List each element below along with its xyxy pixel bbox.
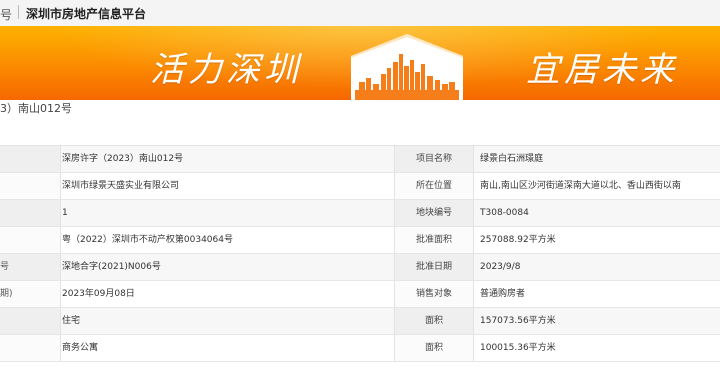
breadcrumb: 号 bbox=[0, 8, 13, 22]
right-value: 绿景白石洲璟庭 bbox=[480, 154, 544, 164]
left-label bbox=[0, 173, 61, 199]
left-value: 住宅 bbox=[62, 316, 81, 326]
top-bar: 号 深圳市房地产信息平台 bbox=[0, 0, 720, 27]
table-row: 住宅 面积 157073.56平方米 bbox=[0, 308, 720, 335]
project-info-table: 深房许字（2023）南山012号 项目名称 绿景白石洲璟庭深圳市绿景天盛实业有限公司… bbox=[0, 145, 720, 362]
right-label: 地块编号 bbox=[394, 200, 474, 226]
left-label bbox=[0, 308, 61, 334]
city-skyline-icon bbox=[351, 34, 463, 100]
left-label: 号 bbox=[0, 254, 61, 280]
certificate-number-line: 3）南山012号 bbox=[0, 102, 72, 115]
table-row: 深房许字（2023）南山012号 项目名称 绿景白石洲璟庭 bbox=[0, 146, 720, 173]
right-value: T308-0084 bbox=[480, 208, 529, 218]
banner: 活力深圳 宜居未来 bbox=[0, 26, 720, 100]
right-label: 销售对象 bbox=[394, 281, 474, 307]
table-row: 1 地块编号 T308-0084 bbox=[0, 200, 720, 227]
right-value: 2023/9/8 bbox=[480, 262, 521, 272]
right-label: 所在位置 bbox=[394, 173, 474, 199]
right-value: 100015.36平方米 bbox=[480, 343, 556, 353]
right-label: 批准日期 bbox=[394, 254, 474, 280]
left-label bbox=[0, 335, 61, 361]
right-label: 项目名称 bbox=[394, 146, 474, 172]
table-row: 深圳市绿景天盛实业有限公司 所在位置 南山,南山区沙河街道深南大道以北、香山西街以南 bbox=[0, 173, 720, 200]
left-value: 1 bbox=[62, 208, 68, 218]
left-label bbox=[0, 146, 61, 172]
left-label bbox=[0, 227, 61, 253]
divider bbox=[18, 5, 19, 19]
right-value: 157073.56平方米 bbox=[480, 316, 556, 326]
right-label: 面积 bbox=[394, 335, 474, 361]
left-value: 2023年09月08日 bbox=[62, 289, 135, 299]
right-value: 南山,南山区沙河街道深南大道以北、香山西街以南 bbox=[480, 181, 681, 191]
right-label: 面积 bbox=[394, 308, 474, 334]
left-value: 深地合字(2021)N006号 bbox=[62, 262, 161, 272]
right-label: 批准面积 bbox=[394, 227, 474, 253]
left-value: 粤（2022）深圳市不动产权第0034064号 bbox=[62, 235, 233, 245]
table-row: 粤（2022）深圳市不动产权第0034064号 批准面积 257088.92平方米 bbox=[0, 227, 720, 254]
left-value: 商务公寓 bbox=[62, 343, 99, 353]
right-value: 257088.92平方米 bbox=[480, 235, 556, 245]
table-row: 期) 2023年09月08日 销售对象 普通购房者 bbox=[0, 281, 720, 308]
banner-slogan-left: 活力深圳 bbox=[150, 50, 302, 90]
left-label: 期) bbox=[0, 281, 61, 307]
table-row: 号深地合字(2021)N006号 批准日期 2023/9/8 bbox=[0, 254, 720, 281]
right-value: 普通购房者 bbox=[480, 289, 526, 299]
left-label bbox=[0, 200, 61, 226]
left-value: 深房许字（2023）南山012号 bbox=[62, 154, 184, 164]
table-row: 商务公寓 面积 100015.36平方米 bbox=[0, 335, 720, 362]
page-title: 深圳市房地产信息平台 bbox=[26, 7, 147, 21]
left-value: 深圳市绿景天盛实业有限公司 bbox=[62, 181, 180, 191]
banner-slogan-right: 宜居未来 bbox=[526, 50, 678, 90]
